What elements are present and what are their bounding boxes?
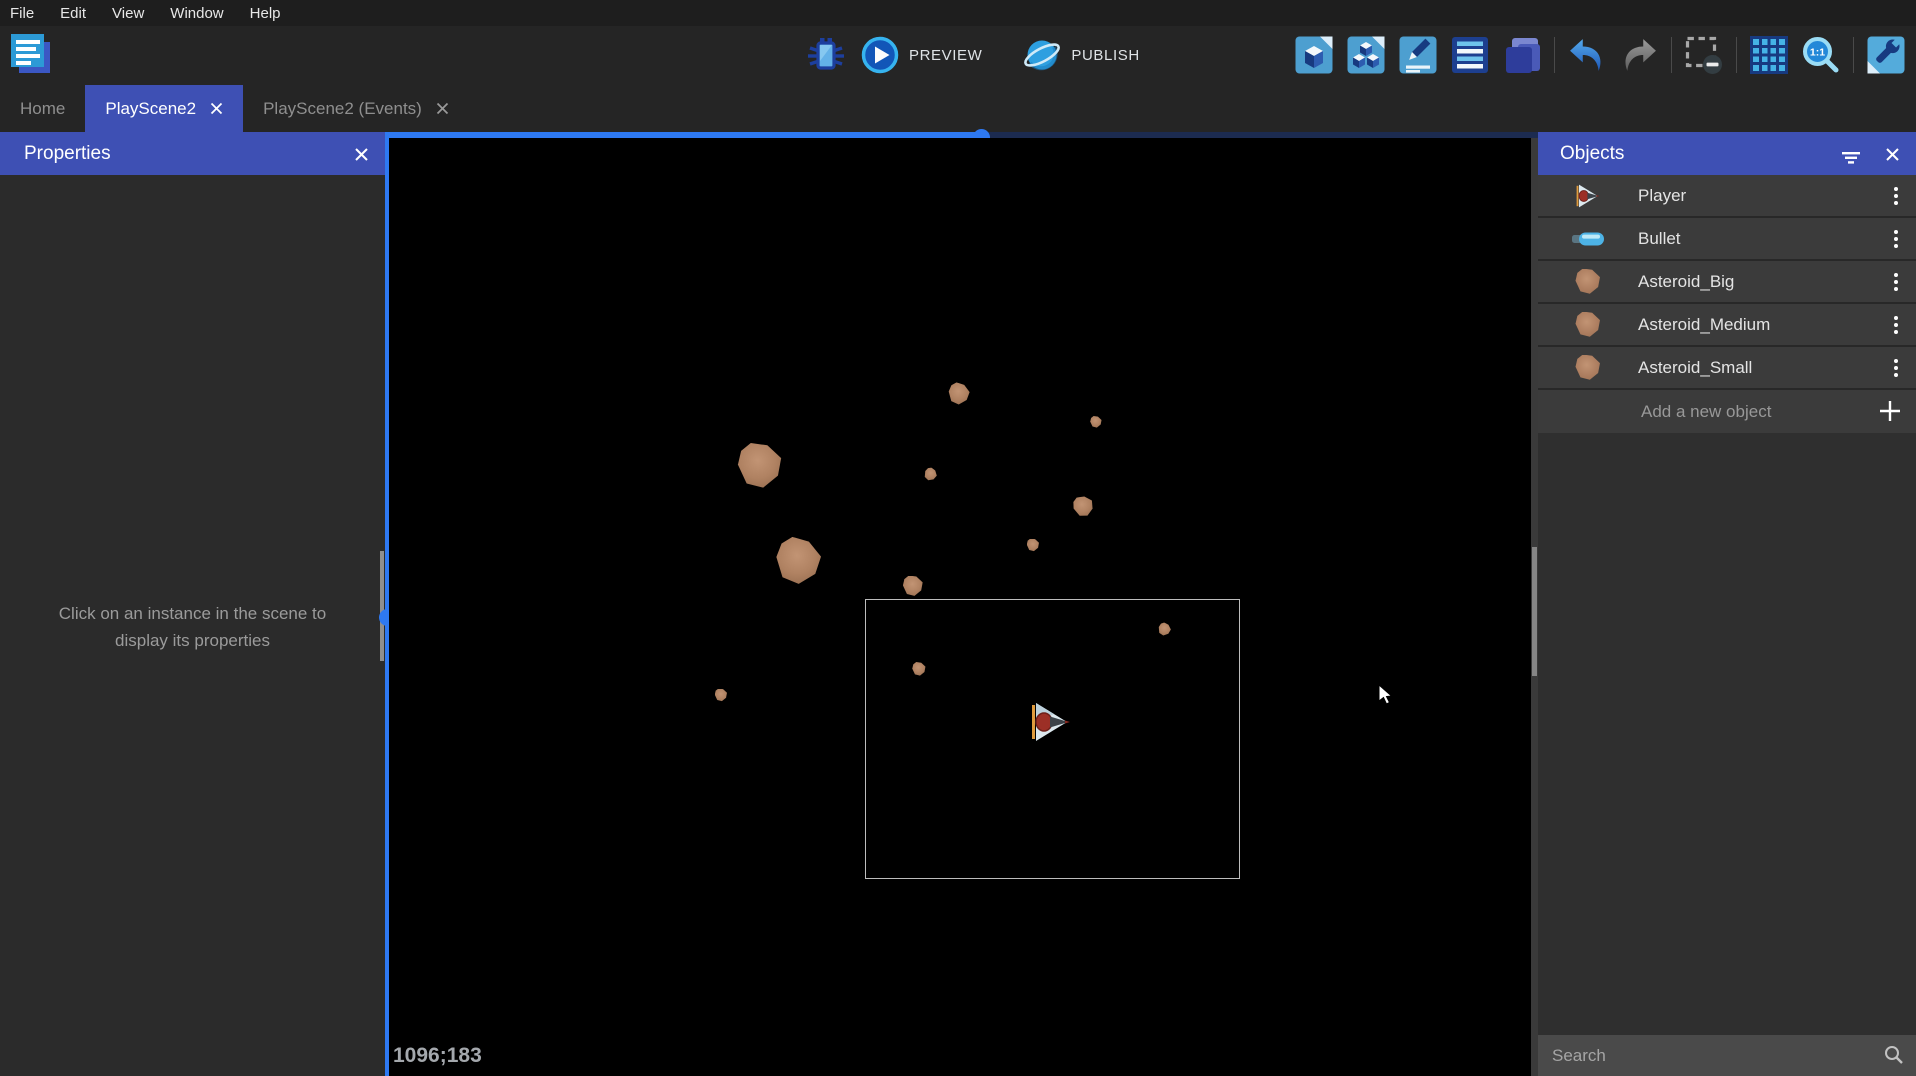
project-manager-icon[interactable] <box>8 31 54 77</box>
bullet-icon <box>1566 231 1610 247</box>
debug-bug-icon[interactable] <box>806 35 846 75</box>
scene-properties-icon[interactable] <box>1866 35 1906 75</box>
asteroid-icon <box>1566 269 1610 295</box>
tab-label: PlayScene2 <box>105 99 196 119</box>
object-item-asteroid-small[interactable]: Asteroid_Small <box>1538 347 1916 390</box>
menu-view[interactable]: View <box>112 5 144 22</box>
toolbar-separator <box>1853 37 1854 73</box>
object-menu-icon[interactable] <box>1890 183 1902 209</box>
player-ship[interactable] <box>1032 702 1070 742</box>
toolbar-separator <box>1671 37 1672 73</box>
object-item-player[interactable]: Player <box>1538 175 1916 218</box>
object-label: Asteroid_Medium <box>1638 315 1770 335</box>
asteroid-medium[interactable] <box>946 381 971 406</box>
asteroid-icon <box>1566 312 1610 338</box>
menu-edit[interactable]: Edit <box>60 5 86 22</box>
object-menu-icon[interactable] <box>1890 355 1902 381</box>
close-icon[interactable] <box>210 102 223 115</box>
mouse-cursor <box>1378 685 1395 705</box>
tab-label: PlayScene2 (Events) <box>263 99 422 119</box>
grid-icon[interactable] <box>1749 35 1789 75</box>
close-icon[interactable] <box>436 102 449 115</box>
cursor-coordinates: 1096;183 <box>393 1044 482 1068</box>
menu-window[interactable]: Window <box>170 5 223 22</box>
object-label: Asteroid_Small <box>1638 358 1752 378</box>
object-menu-icon[interactable] <box>1890 269 1902 295</box>
tab-playscene2-events[interactable]: PlayScene2 (Events) <box>243 85 469 132</box>
toolbar-separator <box>1736 37 1737 73</box>
properties-title: Properties <box>24 143 111 165</box>
tab-bar: Home PlayScene2 PlayScene2 (Events) <box>0 85 1916 132</box>
objects-header: Objects <box>1538 132 1916 175</box>
asteroid-small[interactable] <box>921 465 939 483</box>
zoom-1-1-icon[interactable]: 1:1 <box>1801 35 1841 75</box>
asteroid-medium[interactable] <box>903 576 924 597</box>
objects-editor-icon[interactable] <box>1294 35 1334 75</box>
properties-panel: Properties Click on an instance in the s… <box>0 132 385 1076</box>
object-label: Bullet <box>1638 229 1681 249</box>
asteroid-small[interactable] <box>1090 416 1102 428</box>
instances-list-icon[interactable] <box>1450 35 1490 75</box>
properties-editor-icon[interactable] <box>1398 35 1438 75</box>
add-object-label: Add a new object <box>1641 402 1771 422</box>
properties-scrollbar-thumb[interactable] <box>380 551 384 661</box>
asteroid-small[interactable] <box>715 689 728 702</box>
publish-globe-icon[interactable] <box>1022 35 1062 75</box>
objects-title: Objects <box>1560 143 1624 165</box>
close-icon[interactable] <box>354 146 369 168</box>
properties-empty-message: Click on an instance in the scene to dis… <box>0 600 385 654</box>
menu-bar: File Edit View Window Help <box>0 0 1916 26</box>
properties-header: Properties <box>0 132 385 175</box>
deselect-all-icon[interactable] <box>1684 35 1724 75</box>
asteroid-icon <box>1566 355 1610 381</box>
object-label: Asteroid_Big <box>1638 272 1734 292</box>
scene-editor-canvas: 1096;183 <box>385 132 1538 1076</box>
preview-button[interactable]: PREVIEW <box>909 47 982 64</box>
undo-icon[interactable] <box>1567 35 1607 75</box>
object-search-bar <box>1538 1035 1916 1076</box>
redo-icon[interactable] <box>1619 35 1659 75</box>
search-input[interactable] <box>1538 1035 1916 1076</box>
tab-home[interactable]: Home <box>0 85 85 132</box>
plus-icon <box>1878 399 1902 428</box>
player-ship-icon <box>1566 184 1610 208</box>
object-label: Player <box>1638 186 1686 206</box>
search-icon <box>1884 1045 1904 1070</box>
asteroid-big[interactable] <box>737 443 783 489</box>
asteroid-small[interactable] <box>1027 539 1040 552</box>
objects-panel: Objects Player <box>1538 132 1916 1076</box>
toolbar: PREVIEW PUBLISH <box>0 26 1916 85</box>
object-item-bullet[interactable]: Bullet <box>1538 218 1916 261</box>
menu-help[interactable]: Help <box>250 5 281 22</box>
asteroid-big[interactable] <box>771 534 824 587</box>
object-item-asteroid-medium[interactable]: Asteroid_Medium <box>1538 304 1916 347</box>
play-circle-icon[interactable] <box>860 35 900 75</box>
tab-label: Home <box>20 99 65 119</box>
canvas-scrollbar-thumb[interactable] <box>1532 547 1537 676</box>
add-object-button[interactable]: Add a new object <box>1538 390 1916 433</box>
svg-text:1:1: 1:1 <box>1810 47 1825 59</box>
toolbar-separator <box>1554 37 1555 73</box>
asteroid-medium[interactable] <box>1070 493 1096 519</box>
object-menu-icon[interactable] <box>1890 312 1902 338</box>
menu-file[interactable]: File <box>10 5 34 22</box>
tab-playscene2[interactable]: PlayScene2 <box>85 85 243 132</box>
layers-editor-icon[interactable] <box>1502 35 1542 75</box>
publish-button[interactable]: PUBLISH <box>1071 47 1139 64</box>
object-groups-editor-icon[interactable] <box>1346 35 1386 75</box>
filter-icon[interactable] <box>1842 148 1860 170</box>
scene-canvas[interactable]: 1096;183 <box>389 138 1531 1076</box>
object-menu-icon[interactable] <box>1890 226 1902 252</box>
object-item-asteroid-big[interactable]: Asteroid_Big <box>1538 261 1916 304</box>
close-icon[interactable] <box>1885 146 1900 168</box>
